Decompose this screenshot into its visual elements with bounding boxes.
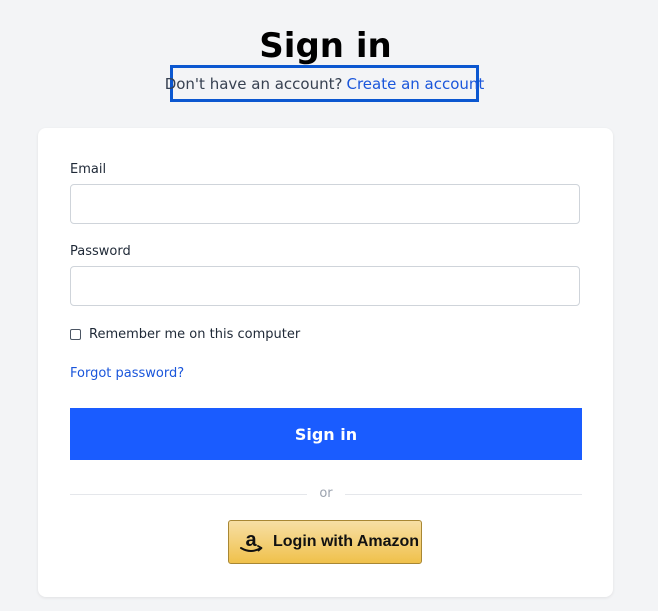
password-label: Password [70,244,131,259]
amazon-button-label: Login with Amazon [273,533,420,550]
email-label: Email [70,162,107,177]
login-with-amazon-button[interactable]: a Login with Amazon [228,520,422,564]
signup-prompt: Don't have an account? Create an account [165,65,484,102]
svg-text:a: a [245,529,257,551]
create-account-link[interactable]: Create an account [346,75,484,93]
remember-me-label: Remember me on this computer [89,327,301,342]
page-title: Sign in [259,26,392,66]
signup-prompt-text: Don't have an account? [164,74,343,93]
remember-me: Remember me on this computer [70,327,300,342]
divider-line-right [345,494,582,495]
amazon-logo-icon: a [237,527,265,557]
password-field[interactable] [70,266,580,306]
forgot-password-link[interactable]: Forgot password? [70,366,184,381]
remember-me-checkbox[interactable] [70,329,81,340]
email-field[interactable] [70,184,580,224]
or-divider: or [70,486,582,502]
sign-in-card: Email Password Remember me on this compu… [38,128,613,597]
sign-in-button[interactable]: Sign in [70,408,582,460]
sign-in-page: Sign in Don't have an account? Create an… [0,0,658,611]
